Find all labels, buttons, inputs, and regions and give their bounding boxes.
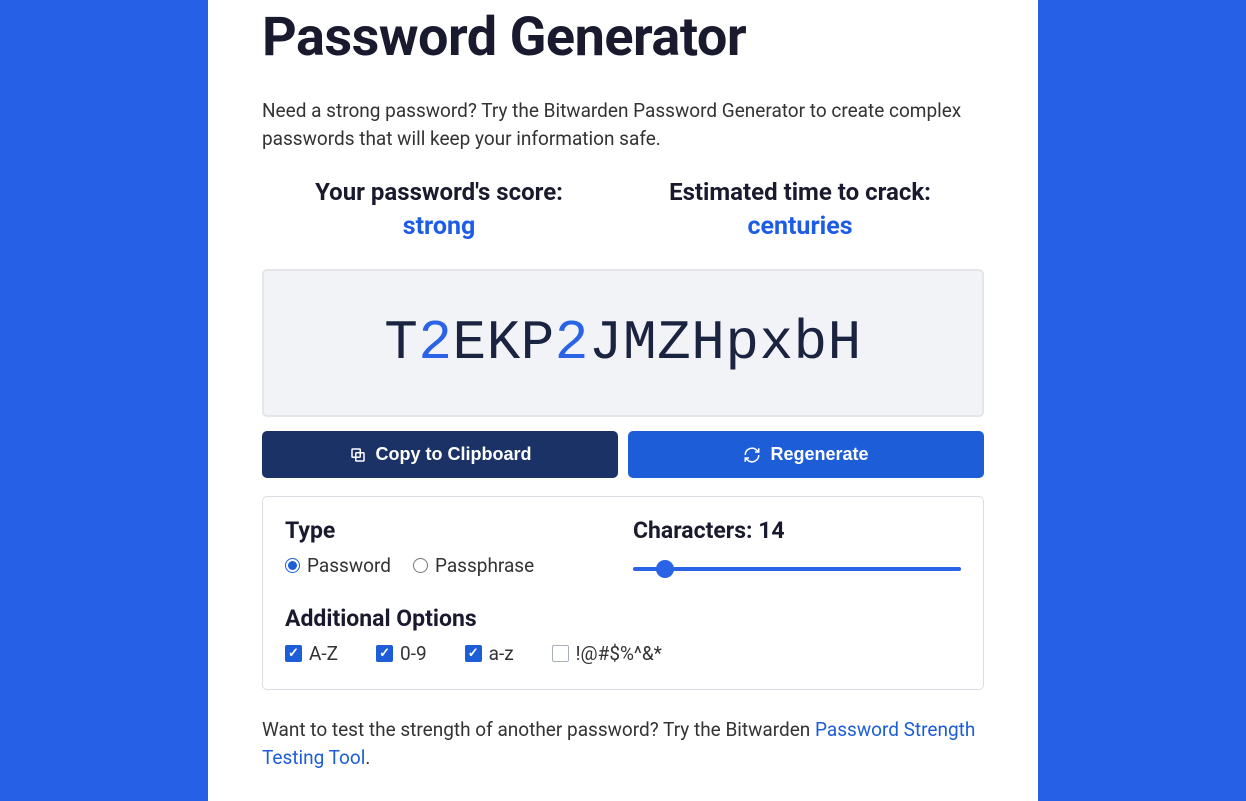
additional-heading: Additional Options — [285, 605, 961, 632]
footer-prefix: Want to test the strength of another pas… — [262, 718, 815, 741]
checkbox-option[interactable]: a-z — [465, 642, 514, 665]
refresh-icon — [743, 446, 761, 464]
regenerate-button[interactable]: Regenerate — [628, 431, 984, 478]
length-slider[interactable] — [633, 567, 961, 571]
radio-passphrase-input[interactable] — [413, 558, 428, 573]
password-char: x — [759, 311, 793, 375]
type-radio-group: Password Passphrase — [285, 554, 613, 577]
checkbox-option[interactable]: 0-9 — [376, 642, 427, 665]
score-label: Your password's score: — [315, 178, 563, 206]
checkbox-icon[interactable] — [376, 645, 393, 662]
password-char: Z — [657, 311, 691, 375]
password-char: M — [623, 311, 657, 375]
checkbox-icon[interactable] — [465, 645, 482, 662]
password-char: E — [452, 311, 486, 375]
password-char: H — [691, 311, 725, 375]
crack-metric: Estimated time to crack: centuries — [669, 178, 931, 241]
checkbox-label: !@#$%^&* — [576, 642, 662, 665]
checkbox-label: 0-9 — [400, 642, 427, 665]
generated-password-display: T2EKP2JMZHpxbH — [262, 269, 984, 417]
copy-icon — [349, 446, 367, 464]
password-char: b — [794, 311, 828, 375]
checkbox-group: A-Z 0-9 a-z !@#$%^&* — [285, 642, 961, 665]
options-panel: Type Password Passphrase Characters: 14 — [262, 496, 984, 690]
radio-password-input[interactable] — [285, 558, 300, 573]
password-char: 2 — [555, 311, 589, 375]
checkbox-option[interactable]: !@#$%^&* — [552, 642, 662, 665]
additional-options: Additional Options A-Z 0-9 a-z !@#$%^&* — [285, 605, 961, 665]
copy-button-label: Copy to Clipboard — [376, 444, 532, 465]
checkbox-label: a-z — [489, 642, 514, 665]
characters-heading: Characters: 14 — [633, 517, 961, 544]
crack-label: Estimated time to crack: — [669, 178, 931, 206]
button-row: Copy to Clipboard Regenerate — [262, 431, 984, 478]
password-char: T — [384, 311, 418, 375]
checkbox-icon[interactable] — [285, 645, 302, 662]
radio-password[interactable]: Password — [285, 554, 391, 577]
password-char: P — [521, 311, 555, 375]
type-column: Type Password Passphrase — [285, 517, 613, 577]
footer-suffix: . — [365, 746, 370, 769]
characters-label: Characters: — [633, 517, 753, 544]
score-metric: Your password's score: strong — [315, 178, 563, 241]
copy-button[interactable]: Copy to Clipboard — [262, 431, 618, 478]
type-heading: Type — [285, 517, 613, 544]
radio-passphrase-label: Passphrase — [435, 554, 534, 577]
score-value: strong — [315, 212, 563, 241]
password-char: p — [725, 311, 759, 375]
crack-value: centuries — [669, 212, 931, 241]
password-char: 2 — [418, 311, 452, 375]
regenerate-button-label: Regenerate — [770, 444, 868, 465]
radio-password-label: Password — [307, 554, 391, 577]
metrics-row: Your password's score: strong Estimated … — [262, 178, 984, 241]
radio-passphrase[interactable]: Passphrase — [413, 554, 534, 577]
characters-value: 14 — [758, 517, 784, 544]
page-title: Password Generator — [262, 0, 984, 69]
checkbox-icon[interactable] — [552, 645, 569, 662]
password-char: J — [589, 311, 623, 375]
checkbox-option[interactable]: A-Z — [285, 642, 338, 665]
characters-column: Characters: 14 — [633, 517, 961, 577]
password-char: K — [487, 311, 521, 375]
intro-text: Need a strong password? Try the Bitwarde… — [262, 97, 984, 152]
password-char: H — [828, 311, 862, 375]
checkbox-label: A-Z — [309, 642, 338, 665]
app-container: Password Generator Need a strong passwor… — [208, 0, 1038, 801]
